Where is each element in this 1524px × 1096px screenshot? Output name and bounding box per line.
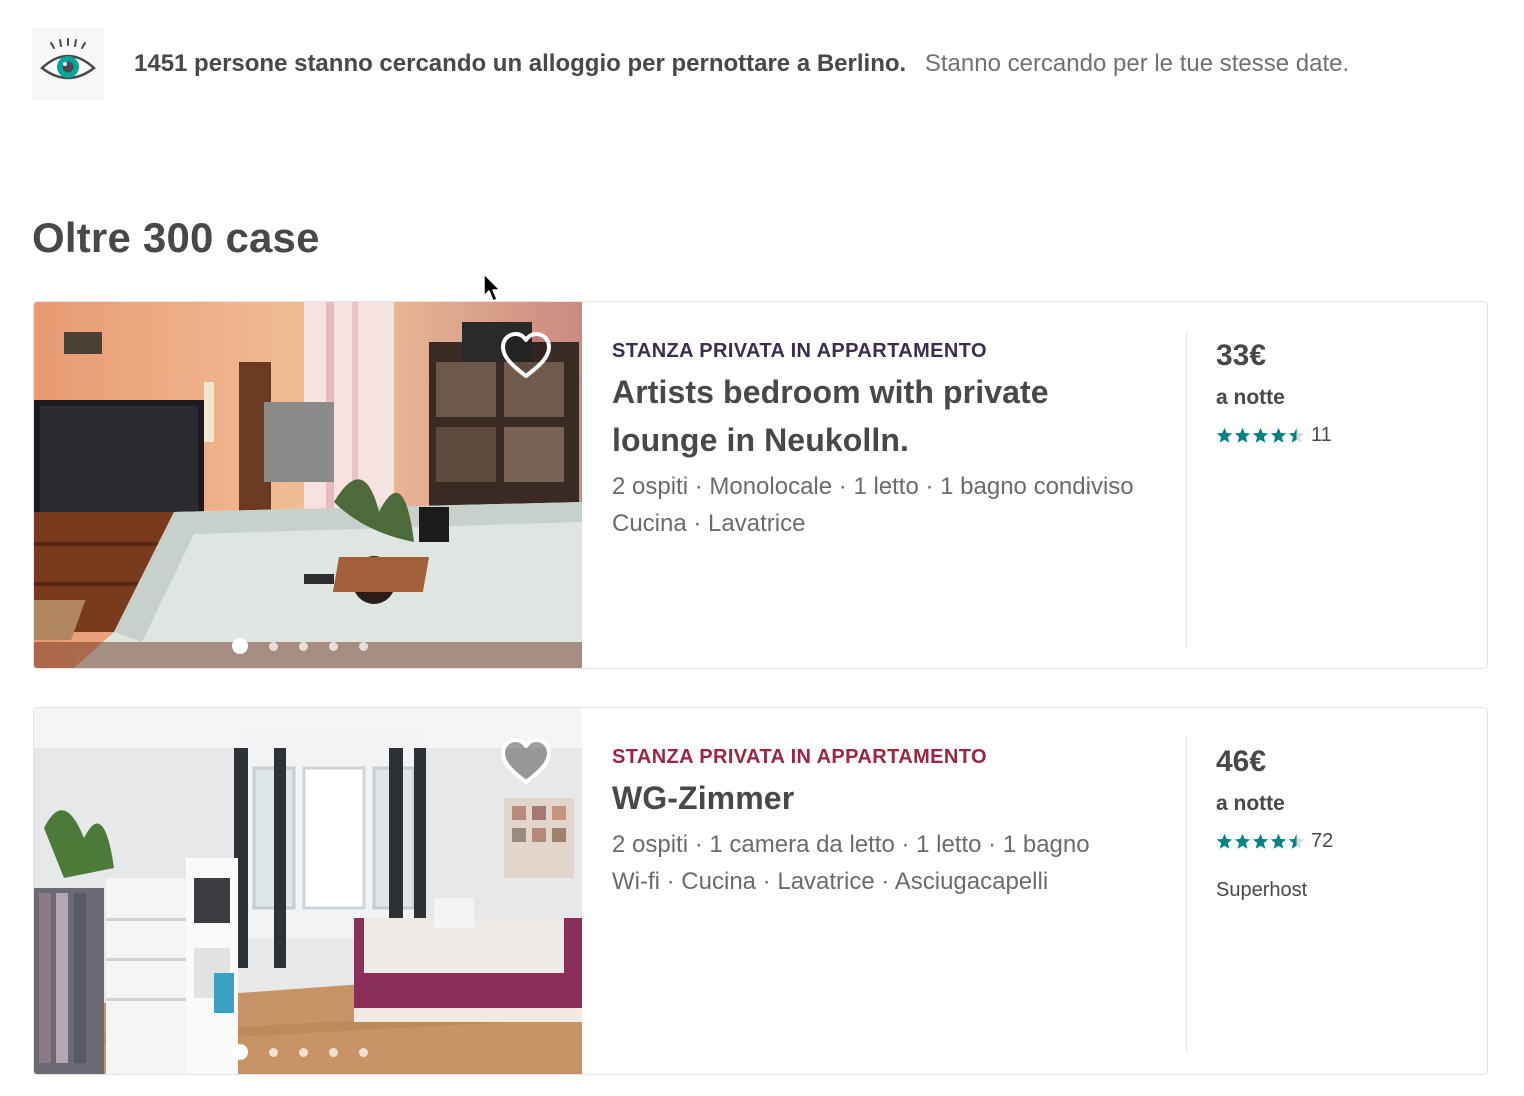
column-divider: [1186, 332, 1187, 646]
favorite-heart-icon[interactable]: [498, 330, 554, 382]
listing-kind: STANZA PRIVATA IN APPARTAMENTO: [612, 340, 987, 362]
banner-headline: 1451 persone stanno cercando un alloggio…: [134, 49, 907, 77]
star-icon: [1252, 833, 1269, 849]
carousel-dot[interactable]: [359, 1047, 368, 1057]
listing-details: 2 ospiti · Monolocale · 1 letto · 1 bagn…: [612, 473, 1134, 500]
star-icon: [1270, 427, 1287, 443]
listing-rating: 11: [1216, 424, 1332, 447]
banner-subtext: Stanno cercando per le tue stesse date.: [924, 49, 1350, 77]
listing-kind: STANZA PRIVATA IN APPARTAMENTO: [612, 746, 987, 768]
listing-amenities: Wi-fi · Cucina · Lavatrice · Asciugacape…: [612, 868, 1049, 895]
star-icon: [1216, 833, 1233, 849]
carousel-dot[interactable]: [299, 641, 308, 651]
listing-photo[interactable]: [34, 708, 582, 1074]
listing-title-line[interactable]: Artists bedroom with private: [612, 368, 1172, 416]
star-icon: [1270, 833, 1287, 849]
eye-icon: [32, 28, 104, 100]
listing-price: 46€: [1216, 745, 1267, 778]
favorite-heart-icon[interactable]: [498, 736, 554, 788]
section-title: Oltre 300 case: [32, 214, 320, 261]
listing-title-line[interactable]: lounge in Neukolln.: [612, 416, 1172, 464]
listing-rating: 72: [1216, 830, 1333, 853]
column-divider: [1186, 738, 1187, 1052]
price-unit: a notte: [1216, 792, 1285, 815]
listing-price: 33€: [1216, 339, 1267, 372]
carousel-dot[interactable]: [269, 641, 278, 651]
photo-carousel-dots[interactable]: [232, 1044, 368, 1060]
listing-amenities: Cucina · Lavatrice: [612, 510, 806, 537]
photo-carousel-dots[interactable]: [232, 638, 368, 654]
price-unit: a notte: [1216, 386, 1285, 409]
review-count: 11: [1311, 424, 1332, 446]
carousel-dot[interactable]: [232, 1044, 248, 1060]
superhost-badge: Superhost: [1216, 879, 1308, 901]
star-icon: [1234, 427, 1251, 443]
star-icon: [1216, 427, 1233, 443]
carousel-dot[interactable]: [299, 1047, 308, 1057]
carousel-dot[interactable]: [232, 638, 248, 654]
listing-photo[interactable]: [34, 302, 582, 668]
listing-card[interactable]: STANZA PRIVATA IN APPARTAMENTO WG-Zimmer…: [33, 707, 1488, 1075]
review-count: 72: [1311, 830, 1334, 852]
price-column: 33€ a notte 11: [1216, 338, 1332, 447]
star-icon: [1252, 427, 1269, 443]
star-rating: [1216, 427, 1305, 444]
listing-title[interactable]: WG-Zimmer: [612, 774, 1172, 822]
mouse-cursor-icon: [483, 273, 501, 302]
carousel-dot[interactable]: [269, 1047, 278, 1057]
half-star-icon: [1288, 427, 1305, 443]
star-rating: [1216, 833, 1305, 850]
half-star-icon: [1288, 833, 1305, 849]
listing-card[interactable]: STANZA PRIVATA IN APPARTAMENTO Artists b…: [33, 301, 1488, 669]
price-column: 46€ a notte 72 Superhost: [1216, 744, 1333, 902]
carousel-dot[interactable]: [359, 641, 368, 651]
search-activity-banner: 1451 persone stanno cercando un alloggio…: [32, 26, 1492, 102]
carousel-dot[interactable]: [329, 1047, 338, 1057]
carousel-dot[interactable]: [329, 641, 338, 651]
listing-title[interactable]: Artists bedroom with private lounge in N…: [612, 368, 1172, 464]
listing-details: 2 ospiti · 1 camera da letto · 1 letto ·…: [612, 831, 1090, 858]
star-icon: [1234, 833, 1251, 849]
